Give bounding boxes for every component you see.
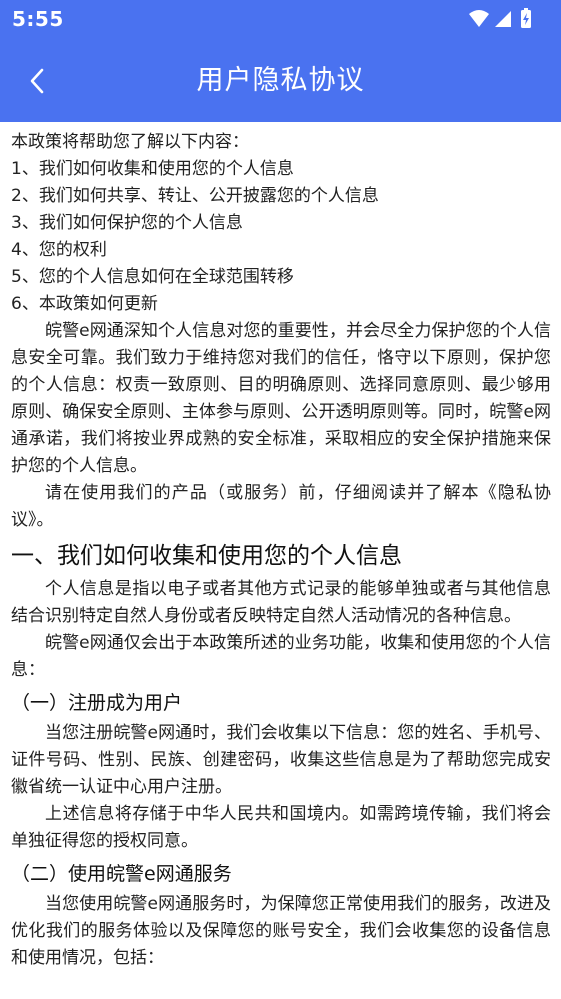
toc-item-3: 3、我们如何保护您的个人信息	[11, 213, 243, 233]
storage-paragraph: 上述信息将存储于中华人民共和国境内。如需跨境传输，我们将会单独征得您的授权同意。	[11, 804, 551, 851]
toc-item-1: 1、我们如何收集和使用您的个人信息	[11, 159, 294, 179]
intro-text: 本政策将帮助您了解以下内容：	[11, 132, 249, 152]
toc-item-2: 2、我们如何共享、转让、公开披露您的个人信息	[11, 186, 379, 206]
collection-scope-paragraph: 皖警e网通仅会出于本政策所述的业务功能，收集和使用您的个人信息：	[11, 633, 551, 680]
privacy-commitment-paragraph: 皖警e网通深知个人信息对您的重要性，并会尽全力保护您的个人信息安全可靠。我们致力…	[11, 321, 551, 476]
toc-item-4: 4、您的权利	[11, 240, 107, 260]
service-usage-paragraph: 当您使用皖警e网通服务时，为保障您正常使用我们的服务，改进及优化我们的服务体验以…	[11, 894, 551, 968]
section-heading: 一、我们如何收集和使用您的个人信息	[11, 543, 402, 569]
status-icons	[467, 8, 547, 30]
wifi-icon	[469, 10, 489, 27]
read-notice-paragraph: 请在使用我们的产品（或服务）前，仔细阅读并了解本《隐私协议》。	[11, 483, 551, 530]
policy-content: 本政策将帮助您了解以下内容： 1、我们如何收集和使用您的个人信息 2、我们如何共…	[11, 129, 551, 972]
subsection-heading-service: （二）使用皖警e网通服务	[11, 863, 232, 885]
toc-item-5: 5、您的个人信息如何在全球范围转移	[11, 267, 294, 287]
subsection-heading-register: （一）注册成为用户	[11, 692, 183, 714]
battery-charging-icon	[521, 8, 531, 28]
signal-icon	[495, 11, 511, 27]
register-info-paragraph: 当您注册皖警e网通时，我们会收集以下信息：您的姓名、手机号、证件号码、性别、民族…	[11, 723, 551, 797]
toc-item-6: 6、本政策如何更新	[11, 294, 158, 314]
status-time: 5:55	[12, 7, 64, 31]
app-bar: 用户隐私协议	[0, 38, 561, 122]
definition-paragraph: 个人信息是指以电子或者其他方式记录的能够单独或者与其他信息结合识别特定自然人身份…	[11, 579, 551, 626]
page-title: 用户隐私协议	[196, 65, 365, 96]
status-bar: 5:55	[0, 0, 561, 38]
